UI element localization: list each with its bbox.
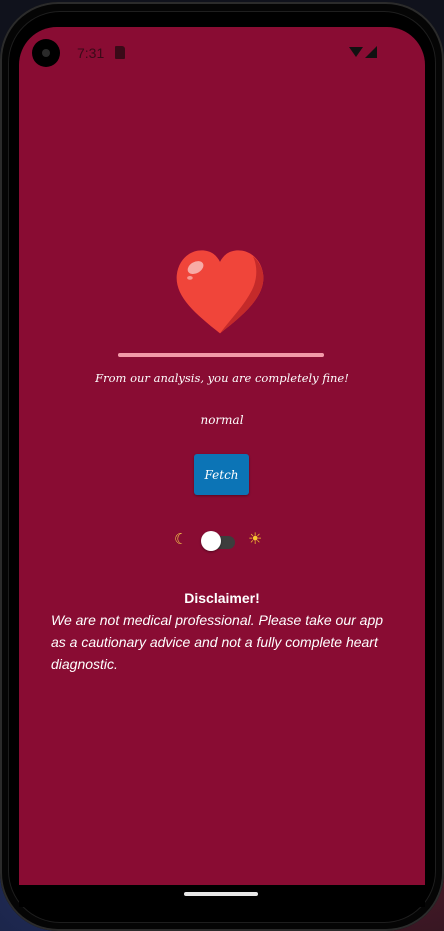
sun-icon: ☀ [248,529,263,548]
heart-icon [176,250,264,334]
moon-icon: ☾ [174,530,188,548]
wifi-icon [349,47,363,57]
disclaimer-body: We are not medical professional. Please … [51,612,384,672]
theme-toggle[interactable] [201,531,235,551]
home-indicator[interactable] [184,892,258,896]
cell-signal-icon [365,46,377,58]
analysis-progress-fill [118,353,324,357]
navigation-bar [19,885,425,907]
disclaimer-title: Disclaimer! [184,590,260,606]
analysis-result-text: From our analysis, you are completely fi… [95,371,349,385]
status-time: 7:31 [77,45,105,61]
toggle-thumb [201,531,221,551]
front-camera-icon [32,39,60,67]
fetch-button[interactable]: Fetch [194,454,249,495]
analysis-progress-bar [118,353,324,357]
heart-status-text: normal [200,413,244,427]
sd-card-icon [115,46,125,59]
app-screen: 7:31 From our analysis, you are complete… [19,27,425,901]
